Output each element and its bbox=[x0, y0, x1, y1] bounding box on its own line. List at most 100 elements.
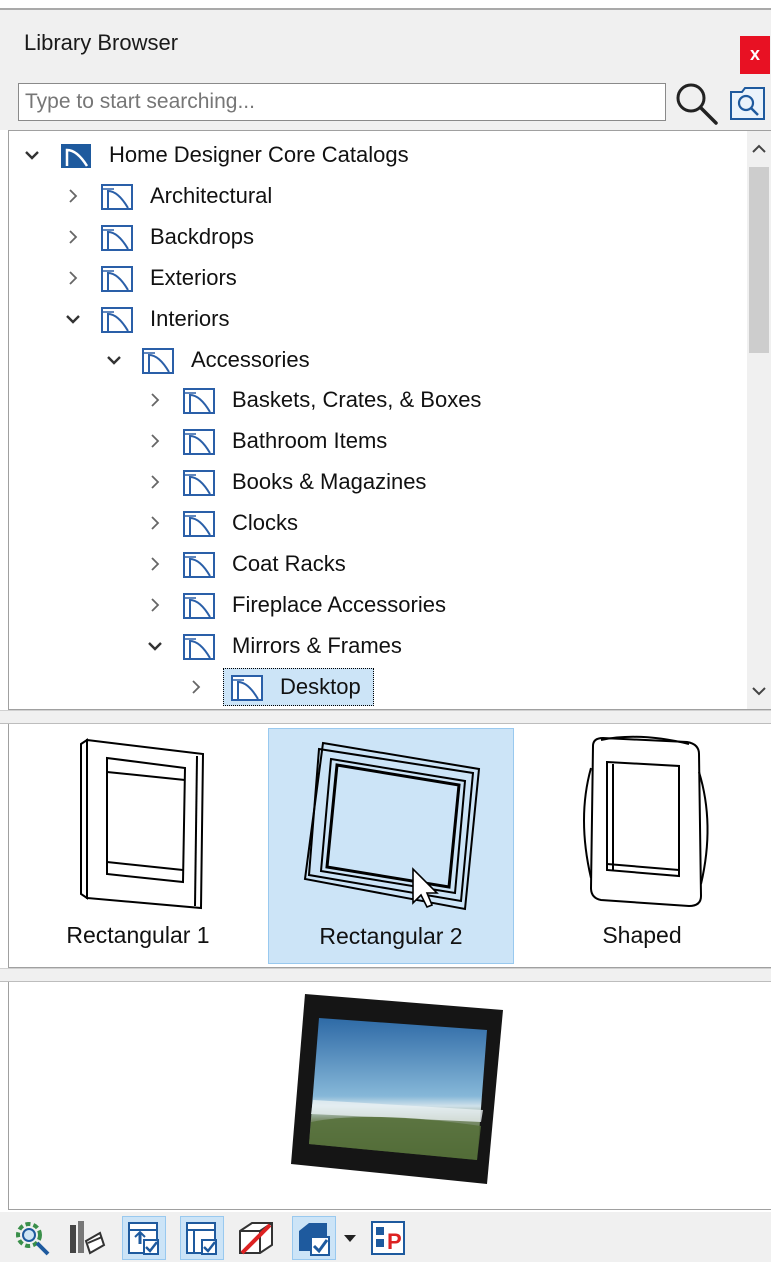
tree-item-content[interactable]: Home Designer Core Catalogs bbox=[59, 140, 415, 170]
tree-item-content[interactable]: Books & Magazines bbox=[182, 467, 432, 497]
zoom-search-icon[interactable] bbox=[10, 1216, 54, 1260]
chevron-down-icon[interactable] bbox=[62, 308, 84, 330]
tree-item-label: Mirrors & Frames bbox=[232, 632, 402, 658]
bottom-toolbar: P bbox=[0, 1212, 771, 1262]
thumbnail-pane: Rectangular 1 Rectangular 2 Shaped bbox=[8, 724, 771, 968]
chevron-right-icon[interactable] bbox=[62, 267, 84, 289]
tree-item-content[interactable]: Interiors bbox=[100, 304, 235, 334]
scroll-down-icon[interactable] bbox=[747, 679, 771, 703]
tree-item-content[interactable]: Mirrors & Frames bbox=[182, 631, 408, 661]
folder-icon bbox=[182, 467, 216, 497]
tree-item-label: Coat Racks bbox=[232, 551, 346, 576]
thumbnail-label: Rectangular 1 bbox=[66, 922, 210, 948]
tree-item[interactable]: Baskets, Crates, & Boxes bbox=[144, 380, 487, 420]
folder-icon bbox=[141, 345, 175, 375]
folder-icon bbox=[182, 549, 216, 579]
close-button[interactable]: x bbox=[740, 36, 770, 74]
folder-icon bbox=[230, 672, 264, 702]
thumbnail-rectangular-1[interactable]: Rectangular 1 bbox=[15, 728, 261, 964]
tree-item-content[interactable]: Exteriors bbox=[100, 263, 243, 293]
tree-item-content[interactable]: Backdrops bbox=[100, 222, 260, 252]
tree-item[interactable]: Bathroom Items bbox=[144, 421, 393, 461]
folder-icon bbox=[100, 304, 134, 334]
tree-item[interactable]: Architectural bbox=[62, 176, 278, 216]
folder-icon bbox=[100, 181, 134, 211]
shaped-frame-icon bbox=[583, 735, 709, 908]
tree-item-content[interactable]: Architectural bbox=[100, 181, 278, 211]
tree-item-content[interactable]: Fireplace Accessories bbox=[182, 590, 452, 620]
tree-item[interactable]: Desktop bbox=[185, 667, 374, 707]
chevron-down-icon[interactable] bbox=[103, 349, 125, 371]
tilted-frame-icon bbox=[303, 741, 481, 911]
tree-item[interactable]: Exteriors bbox=[62, 258, 243, 298]
folder-icon bbox=[100, 263, 134, 293]
tree-item-label: Bathroom Items bbox=[232, 428, 388, 454]
svg-text:P: P bbox=[387, 1229, 402, 1254]
tree-item-content[interactable]: Bathroom Items bbox=[182, 426, 393, 456]
chevron-right-icon[interactable] bbox=[144, 389, 166, 411]
tree-item[interactable]: Home Designer Core Catalogs bbox=[21, 135, 415, 175]
folder-icon bbox=[182, 426, 216, 456]
folder-search-icon[interactable] bbox=[728, 84, 768, 122]
splitter-bottom[interactable] bbox=[0, 968, 771, 982]
tree-item-label: Baskets, Crates, & Boxes bbox=[232, 387, 482, 413]
folder-icon bbox=[182, 631, 216, 661]
chevron-right-icon[interactable] bbox=[144, 512, 166, 534]
tree-item-label: Interiors bbox=[150, 305, 230, 331]
chevron-right-icon[interactable] bbox=[144, 594, 166, 616]
tree-item-label: Clocks bbox=[232, 510, 299, 536]
catalog-root-icon bbox=[59, 140, 93, 170]
splitter-top[interactable] bbox=[0, 710, 771, 724]
tree-item-label: Accessories bbox=[191, 346, 310, 372]
chevron-down-icon[interactable] bbox=[21, 144, 43, 166]
tree-item-label: Architectural bbox=[150, 182, 273, 208]
catalog-tree[interactable]: Home Designer Core Catalogs Architectural… bbox=[8, 130, 771, 710]
thumbnail-rectangular-2[interactable]: Rectangular 2 bbox=[268, 728, 514, 964]
chevron-right-icon[interactable] bbox=[144, 430, 166, 452]
chevron-down-icon[interactable] bbox=[144, 635, 166, 657]
window-title: Library Browser bbox=[24, 30, 179, 55]
frame-preview-image bbox=[291, 994, 503, 1184]
folder-icon bbox=[182, 508, 216, 538]
tree-item-content[interactable]: Accessories bbox=[141, 345, 316, 375]
properties-icon[interactable]: P bbox=[366, 1216, 410, 1260]
tree-item[interactable]: Fireplace Accessories bbox=[144, 585, 452, 625]
title-bar: Library Browser x bbox=[0, 10, 771, 74]
scroll-up-icon[interactable] bbox=[747, 137, 771, 161]
tree-item-content[interactable]: Baskets, Crates, & Boxes bbox=[182, 385, 487, 415]
search-bar bbox=[0, 74, 771, 130]
tree-item-content[interactable]: Clocks bbox=[182, 508, 304, 538]
tree-item-label: Desktop bbox=[280, 673, 361, 699]
tree-item[interactable]: Books & Magazines bbox=[144, 462, 432, 502]
tree-item[interactable]: Clocks bbox=[144, 503, 304, 543]
tree-item[interactable]: Mirrors & Frames bbox=[144, 626, 408, 666]
dropdown-arrow-icon[interactable] bbox=[338, 1216, 362, 1260]
chevron-right-icon[interactable] bbox=[62, 226, 84, 248]
add-to-plan-icon[interactable] bbox=[122, 1216, 166, 1260]
tree-item[interactable]: Coat Racks bbox=[144, 544, 352, 584]
tree-item[interactable]: Interiors bbox=[62, 299, 235, 339]
rectangular-frame-icon bbox=[80, 738, 205, 910]
tree-item[interactable]: Backdrops bbox=[62, 217, 260, 257]
object-check-icon[interactable] bbox=[292, 1216, 336, 1260]
no-symbol-icon[interactable] bbox=[234, 1216, 278, 1260]
tree-item-content[interactable]: Coat Racks bbox=[182, 549, 352, 579]
search-icon[interactable] bbox=[672, 80, 720, 126]
tree-scrollbar[interactable] bbox=[747, 131, 771, 709]
material-paint-icon[interactable] bbox=[64, 1216, 108, 1260]
chevron-right-icon[interactable] bbox=[144, 471, 166, 493]
tree-item[interactable]: Accessories bbox=[103, 340, 316, 380]
tree-item-content[interactable]: Desktop bbox=[223, 667, 374, 706]
scroll-thumb[interactable] bbox=[749, 167, 769, 353]
tree-item-label: Fireplace Accessories bbox=[232, 591, 446, 617]
tree-item-label: Books & Magazines bbox=[232, 469, 427, 495]
chevron-right-icon[interactable] bbox=[144, 553, 166, 575]
tree-item-label: Home Designer Core Catalogs bbox=[109, 142, 409, 167]
search-input[interactable] bbox=[18, 83, 666, 121]
place-object-icon[interactable] bbox=[180, 1216, 224, 1260]
thumbnail-shaped[interactable]: Shaped bbox=[519, 728, 765, 964]
chevron-right-icon[interactable] bbox=[185, 676, 207, 698]
chevron-right-icon[interactable] bbox=[62, 185, 84, 207]
preview-pane bbox=[8, 982, 771, 1210]
folder-icon bbox=[100, 222, 134, 252]
